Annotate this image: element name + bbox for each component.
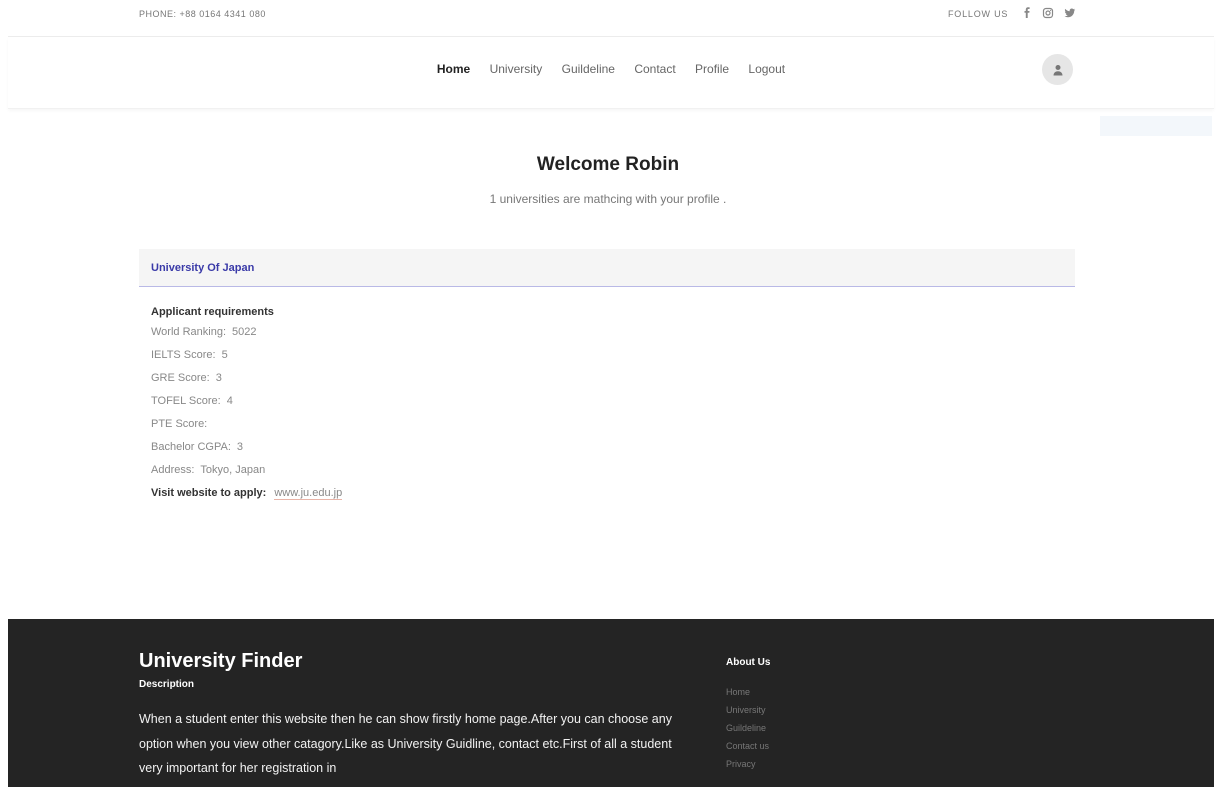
match-count-text: 1 universities are mathcing with your pr… [489, 192, 727, 206]
nav-item-home[interactable]: Home [437, 62, 470, 76]
university-card-header: University Of Japan [139, 249, 1075, 287]
footer-link-university[interactable]: University [726, 701, 769, 719]
requirement-row: IELTS Score: 5 [151, 344, 342, 367]
page-title: Welcome Robin [536, 154, 680, 175]
footer-link-guildeline[interactable]: Guildeline [726, 719, 769, 737]
nav-item-university[interactable]: University [490, 62, 543, 76]
requirement-value: 3 [215, 372, 222, 384]
main-navbar: Home University Guildeline Contact Profi… [8, 37, 1214, 109]
phone-number: PHONE: +88 0164 4341 080 [139, 9, 266, 19]
requirement-row: GRE Score: 3 [151, 367, 342, 390]
nav-item-guildeline[interactable]: Guildeline [562, 62, 615, 76]
website-link[interactable]: www.ju.edu.jp [274, 487, 343, 500]
side-hint [1100, 116, 1212, 136]
requirement-row: Address: Tokyo, Japan [151, 459, 342, 482]
requirement-row: TOFEL Score: 4 [151, 390, 342, 413]
twitter-icon[interactable] [1064, 6, 1078, 20]
requirement-value: 5 [221, 349, 228, 361]
requirement-label: PTE Score: [151, 418, 208, 430]
requirement-value: 5022 [232, 326, 257, 338]
requirement-label: Address: [151, 464, 195, 476]
requirements-list: Applicant requirements World Ranking: 502… [151, 306, 343, 505]
footer-link-home[interactable]: Home [726, 683, 769, 701]
welcome-section: Welcome Robin 1 universities are mathcin… [0, 154, 1216, 206]
nav-item-profile[interactable]: Profile [695, 62, 729, 76]
requirement-label: GRE Score: [151, 372, 210, 384]
about-us-title: About Us [726, 657, 771, 668]
requirement-label: TOFEL Score: [151, 395, 221, 407]
requirement-value: 4 [226, 395, 233, 407]
nav-item-logout[interactable]: Logout [748, 62, 785, 76]
requirement-value: Tokyo, Japan [200, 464, 266, 476]
requirements-title: Applicant requirements [151, 306, 274, 318]
follow-us-label: FOLLOW US [948, 9, 1009, 19]
footer-brand: University Finder [139, 650, 303, 672]
footer-link-contact[interactable]: Contact us [726, 737, 769, 755]
footer-link-privacy[interactable]: Privacy [726, 755, 769, 773]
nav-item-contact[interactable]: Contact [634, 62, 675, 76]
requirement-label: IELTS Score: [151, 349, 216, 361]
visit-website-row: Visit website to apply: www.ju.edu.jp [151, 482, 343, 505]
user-icon [1053, 64, 1062, 75]
requirement-row: World Ranking: 5022 [151, 321, 342, 344]
footer: University Finder Description When a stu… [8, 619, 1214, 787]
requirement-row: Bachelor CGPA: 3 [151, 436, 342, 459]
nav-menu: Home University Guildeline Contact Profi… [8, 62, 1214, 76]
instagram-icon[interactable] [1042, 6, 1056, 20]
requirement-value: 3 [236, 441, 244, 453]
university-name[interactable]: University Of Japan [151, 262, 254, 274]
requirement-label: Bachelor CGPA: [151, 441, 231, 453]
user-avatar[interactable] [1042, 54, 1073, 85]
description-title: Description [139, 679, 195, 690]
requirement-label: World Ranking: [151, 326, 226, 338]
visit-website-label: Visit website to apply: [151, 487, 267, 499]
top-bar: PHONE: +88 0164 4341 080 FOLLOW US [8, 0, 1214, 37]
requirement-row: PTE Score: [151, 413, 342, 436]
footer-links: Home University Guildeline Contact us Pr… [726, 683, 769, 773]
facebook-icon[interactable] [1021, 6, 1035, 20]
description-text: When a student enter this website then h… [139, 712, 672, 775]
